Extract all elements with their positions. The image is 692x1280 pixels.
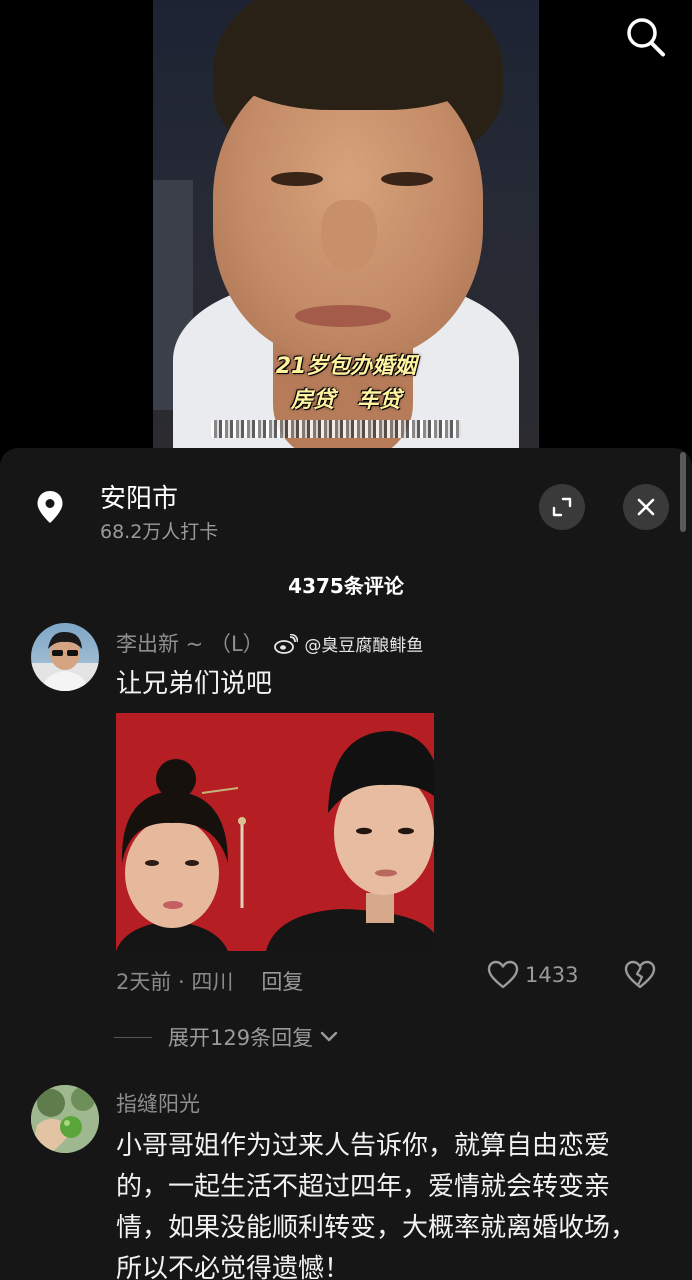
- comment-author-name[interactable]: 指缝阳光: [116, 1088, 200, 1118]
- comments-sheet: 安阳市 68.2万人打卡 4375条评论 李出新 ~ （L） @臭豆腐酿鲱鱼 让…: [0, 448, 692, 1280]
- video-person-nose: [321, 200, 377, 272]
- avatar[interactable]: [31, 623, 99, 691]
- chevron-down-icon: [319, 1025, 339, 1049]
- screen: 21岁包办婚姻 房贷 车贷 安阳市 68.2万人打卡 4375条评论 李出新 ~…: [0, 0, 692, 1280]
- video-caption-line1: 21岁包办婚姻: [275, 354, 417, 379]
- video-person-mouth: [295, 305, 391, 327]
- comment-image[interactable]: [116, 713, 434, 951]
- like-count: 1433: [525, 963, 579, 987]
- video-person-fringe: [223, 0, 493, 110]
- expand-replies-button[interactable]: 展开129条回复: [114, 1022, 339, 1052]
- close-icon: [637, 498, 655, 516]
- video-player[interactable]: 21岁包办婚姻 房贷 车贷: [0, 0, 692, 450]
- video-caption-line2: 房贷 车贷: [153, 382, 539, 414]
- location-name: 安阳市: [100, 484, 179, 514]
- search-icon[interactable]: [622, 14, 668, 60]
- heart-icon: [487, 960, 519, 989]
- video-person-eye: [381, 172, 433, 186]
- expand-button[interactable]: [539, 484, 585, 530]
- location-row[interactable]: 安阳市 68.2万人打卡: [0, 448, 692, 558]
- blurred-subtitle: [211, 420, 461, 438]
- weibo-handle: @臭豆腐酿鲱鱼: [304, 636, 424, 656]
- comment-author-name[interactable]: 李出新 ~ （L）: [116, 632, 264, 656]
- reply-button[interactable]: 回复: [261, 970, 303, 994]
- video-frame[interactable]: 21岁包办婚姻 房贷 车贷: [153, 0, 539, 448]
- location-pin-icon: [36, 490, 64, 524]
- comment-text: 让兄弟们说吧: [116, 669, 273, 699]
- comment-text: 小哥哥姐作为过来人告诉你，就算自由恋爱的，一起生活不超过四年，爱情就会转变亲情，…: [116, 1131, 637, 1280]
- expand-icon: [552, 497, 572, 517]
- broken-heart-icon: [624, 960, 656, 989]
- expand-replies-label[interactable]: 展开129条回复: [168, 1022, 313, 1052]
- comments-count-title: 4375条评论: [288, 574, 404, 598]
- avatar[interactable]: [31, 1085, 99, 1153]
- close-button[interactable]: [623, 484, 669, 530]
- comment-author[interactable]: 李出新 ~ （L） @臭豆腐酿鲱鱼: [116, 628, 423, 659]
- comment-time-location: 2天前 · 四川: [116, 970, 234, 994]
- divider: [114, 1036, 152, 1038]
- dislike-button[interactable]: [624, 960, 656, 994]
- location-checkin-count: 68.2万人打卡: [100, 521, 219, 543]
- like-button[interactable]: 1433: [487, 960, 578, 990]
- weibo-logo-icon: [274, 633, 299, 659]
- video-caption-word: 车贷: [357, 388, 402, 413]
- video-person-eye: [271, 172, 323, 186]
- comment-meta: 2天前 · 四川 回复: [116, 966, 303, 996]
- video-caption-word: 房贷: [290, 388, 335, 413]
